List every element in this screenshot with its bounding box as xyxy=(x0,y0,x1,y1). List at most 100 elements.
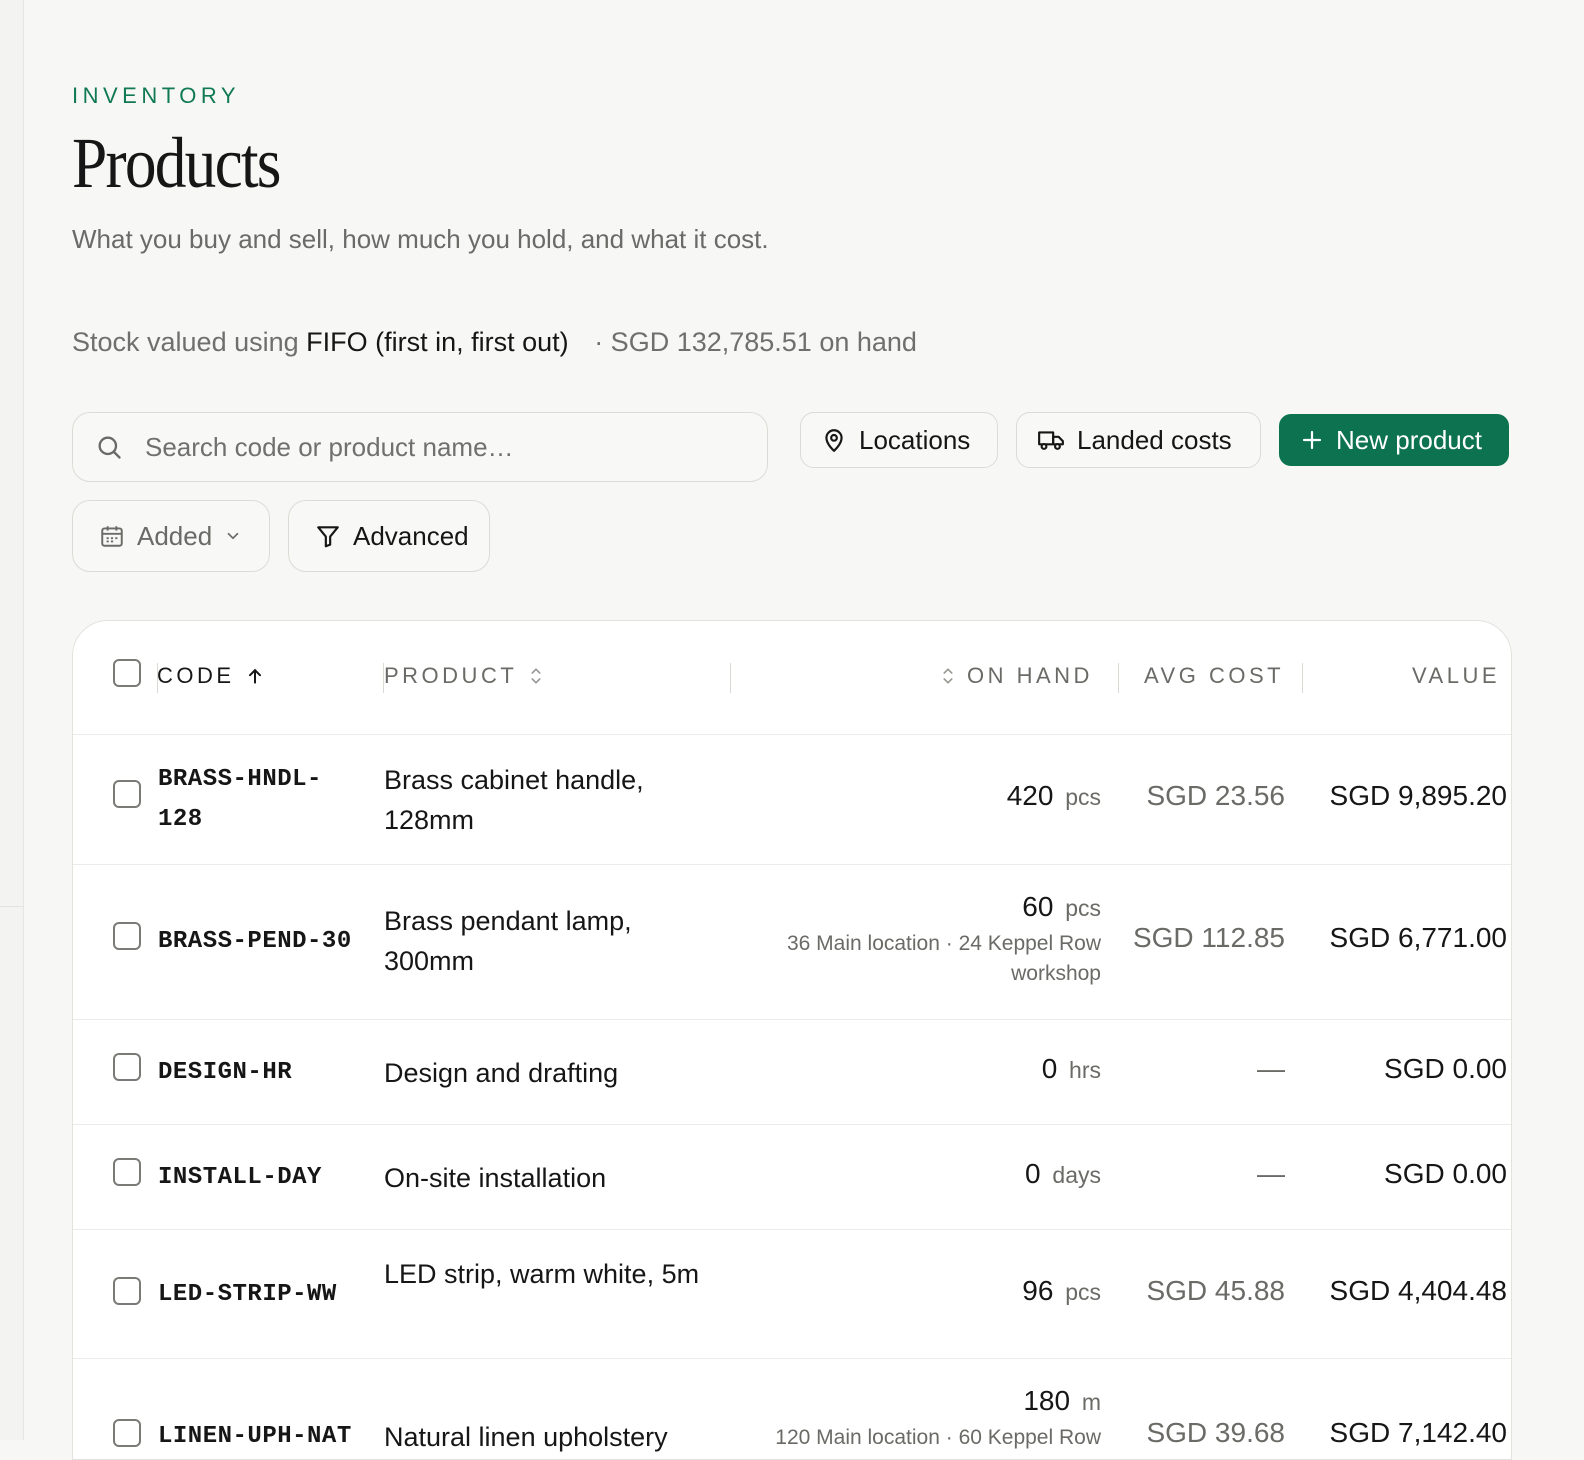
product-name[interactable]: Brass pendant lamp, 300mm xyxy=(384,901,704,981)
sort-icon xyxy=(943,668,953,684)
truck-icon xyxy=(1038,431,1064,450)
stock-value: SGD 9,895.20 xyxy=(1329,780,1507,811)
on-hand-quantity: 0 days xyxy=(1025,1158,1101,1190)
row-checkbox[interactable] xyxy=(113,1277,141,1305)
qty-unit: m xyxy=(1081,1389,1101,1415)
landed-costs-label: Landed costs xyxy=(1077,424,1232,455)
sidebar-divider xyxy=(0,906,23,907)
calendar-icon xyxy=(101,526,123,547)
location-breakdown: 36 Main location · 24 Keppel Row worksho… xyxy=(786,932,1101,985)
column-header-avg-cost[interactable]: AVG COST xyxy=(1144,663,1284,689)
qty-unit: pcs xyxy=(1065,895,1101,921)
avg-cost: SGD 112.85 xyxy=(1132,922,1285,953)
column-resizer[interactable] xyxy=(1302,663,1303,693)
left-sidebar xyxy=(0,0,24,1440)
table-row[interactable]: DESIGN-HR Design and drafting 0 hrs — SG… xyxy=(73,1020,1511,1125)
column-header-on-hand[interactable]: ON HAND xyxy=(939,663,1093,689)
product-code[interactable]: DESIGN-HR xyxy=(158,1053,292,1093)
new-product-button[interactable]: New product xyxy=(1279,414,1509,466)
stock-value: SGD 4,404.48 xyxy=(1329,1275,1507,1306)
stock-value: SGD 7,142.40 xyxy=(1329,1417,1507,1448)
avg-cost: SGD 23.56 xyxy=(1146,780,1285,811)
product-name[interactable]: Design and drafting xyxy=(384,1053,704,1093)
qty-value: 0 xyxy=(1025,1158,1041,1189)
column-header-value[interactable]: VALUE xyxy=(1412,663,1500,689)
stock-value: SGD 6,771.00 xyxy=(1329,922,1507,953)
search-box[interactable] xyxy=(72,412,768,482)
product-code[interactable]: LED-STRIP-WW xyxy=(158,1275,337,1315)
sort-icon xyxy=(531,668,541,684)
qty-unit: pcs xyxy=(1065,1279,1101,1305)
avg-cost: SGD 45.88 xyxy=(1146,1275,1285,1306)
column-header-product[interactable]: PRODUCT xyxy=(384,663,545,689)
valuation-prefix: Stock valued using xyxy=(72,327,299,357)
stock-value: SGD 0.00 xyxy=(1384,1053,1507,1084)
section-eyebrow: INVENTORY xyxy=(72,83,241,108)
products-table: CODE PRODUCT ON HAND AVG COST VALUE BRAS… xyxy=(72,620,1512,1460)
on-hand-quantity: 180 m xyxy=(1023,1385,1101,1417)
advanced-filter-label: Advanced xyxy=(353,520,469,551)
product-name[interactable]: Natural linen upholstery xyxy=(384,1417,704,1457)
avg-cost: SGD 39.68 xyxy=(1146,1417,1285,1448)
on-hand-quantity: 420 pcs xyxy=(1007,780,1101,812)
valuation-total: · SGD 132,785.51 on hand xyxy=(594,327,917,357)
on-hand-quantity: 96 pcs xyxy=(1022,1275,1101,1307)
added-date-filter[interactable]: Added xyxy=(72,500,270,572)
product-name[interactable]: On-site installation xyxy=(384,1158,704,1198)
qty-value: 60 xyxy=(1022,891,1054,922)
product-name[interactable]: Brass cabinet handle, 128mm xyxy=(384,760,704,840)
row-checkbox[interactable] xyxy=(113,1158,141,1186)
qty-value: 0 xyxy=(1041,1053,1058,1084)
table-row[interactable]: BRASS-HNDL- 128 Brass cabinet handle, 12… xyxy=(73,735,1511,865)
product-name[interactable]: LED strip, warm white, 5m xyxy=(384,1254,704,1294)
row-checkbox[interactable] xyxy=(113,922,141,950)
column-avg-cost-label: AVG COST xyxy=(1144,663,1285,688)
row-checkbox[interactable] xyxy=(113,1419,141,1447)
advanced-filter-button[interactable]: Advanced xyxy=(288,500,490,572)
table-row[interactable]: LINEN-UPH-NAT Natural linen upholstery 1… xyxy=(73,1359,1511,1459)
qty-value: 420 xyxy=(1006,780,1054,811)
product-code[interactable]: BRASS-PEND-30 xyxy=(158,922,352,962)
locations-label: Locations xyxy=(859,424,971,455)
on-hand-quantity: 60 pcs xyxy=(1022,891,1101,923)
qty-value: 96 xyxy=(1022,1275,1054,1306)
table-row[interactable]: BRASS-PEND-30 Brass pendant lamp, 300mm … xyxy=(73,865,1511,1020)
on-hand-quantity: 0 hrs xyxy=(1042,1053,1101,1085)
qty-unit: hrs xyxy=(1069,1057,1101,1083)
product-code[interactable]: INSTALL-DAY xyxy=(158,1158,322,1198)
search-input[interactable] xyxy=(145,431,705,463)
filter-icon xyxy=(317,526,339,548)
qty-unit: pcs xyxy=(1065,784,1101,810)
page-title: Products xyxy=(72,123,281,203)
valuation-method: FIFO (first in, first out) xyxy=(306,327,569,357)
locations-button[interactable]: Locations xyxy=(800,412,998,468)
qty-value: 180 xyxy=(1023,1385,1071,1416)
column-header-code[interactable]: CODE xyxy=(157,663,265,689)
avg-cost: — xyxy=(1257,1053,1285,1084)
column-code-label: CODE xyxy=(157,663,235,688)
new-product-label: New product xyxy=(1336,424,1482,455)
stock-value: SGD 0.00 xyxy=(1384,1158,1507,1189)
landed-costs-button[interactable]: Landed costs xyxy=(1016,412,1261,468)
added-filter-label: Added xyxy=(137,520,213,551)
row-checkbox[interactable] xyxy=(113,1053,141,1081)
column-resizer[interactable] xyxy=(730,663,731,693)
column-value-label: VALUE xyxy=(1412,663,1501,688)
product-code[interactable]: BRASS-HNDL- 128 xyxy=(158,760,322,840)
column-resizer[interactable] xyxy=(1118,663,1119,693)
qty-unit: days xyxy=(1052,1162,1101,1188)
stock-valuation-summary: Stock valued using FIFO (first in, first… xyxy=(72,327,917,358)
arrow-up-icon xyxy=(248,668,261,684)
column-on-hand-label: ON HAND xyxy=(967,663,1093,688)
row-checkbox[interactable] xyxy=(113,780,141,808)
column-product-label: PRODUCT xyxy=(384,663,518,688)
table-header: CODE PRODUCT ON HAND AVG COST VALUE xyxy=(73,621,1511,735)
select-all-checkbox[interactable] xyxy=(113,659,141,687)
plus-icon xyxy=(1302,430,1322,450)
avg-cost: — xyxy=(1257,1158,1285,1189)
map-pin-icon xyxy=(825,429,843,452)
chevron-down-icon xyxy=(227,532,239,540)
product-code[interactable]: LINEN-UPH-NAT xyxy=(158,1417,352,1457)
table-row[interactable]: INSTALL-DAY On-site installation 0 days … xyxy=(73,1125,1511,1230)
table-row[interactable]: LED-STRIP-WW LED strip, warm white, 5m 9… xyxy=(73,1230,1511,1359)
